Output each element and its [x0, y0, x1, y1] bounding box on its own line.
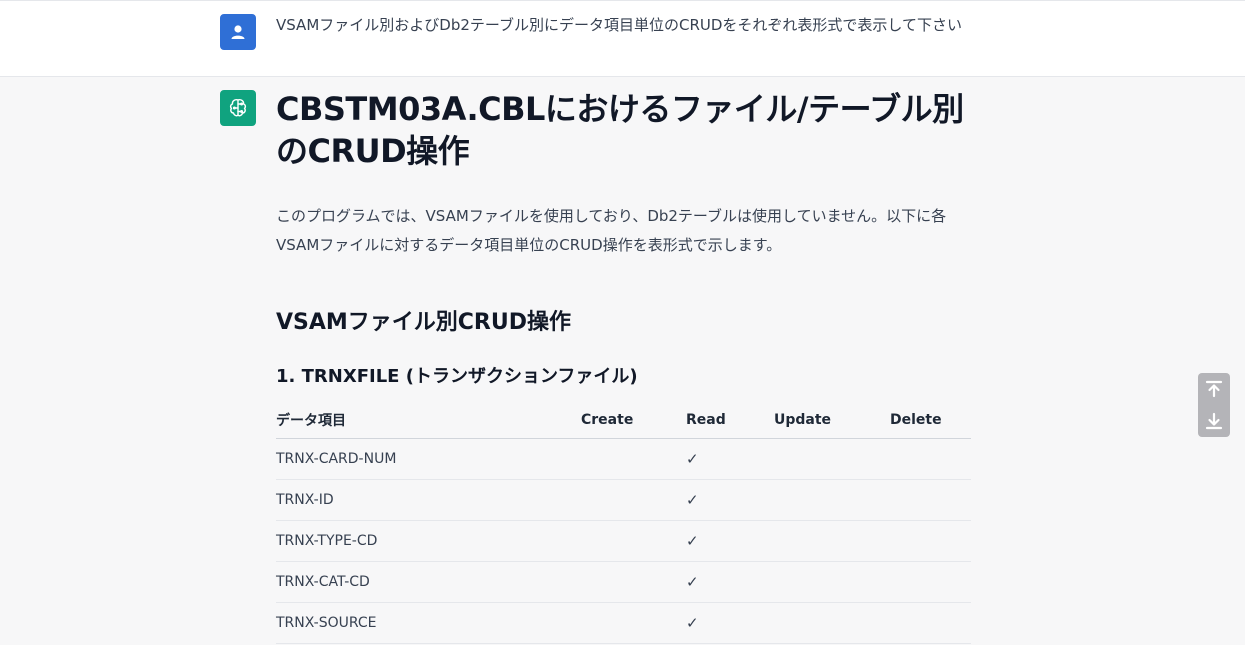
cell-create [581, 520, 686, 562]
header-delete: Delete [890, 402, 971, 439]
table-row: TRNX-ID ✓ [276, 479, 971, 521]
scroll-to-bottom-icon [1205, 412, 1223, 430]
crud-table: データ項目 Create Read Update Delete TRNX-CAR… [276, 402, 971, 644]
section-heading: VSAMファイル別CRUD操作 [276, 310, 572, 335]
cell-update [774, 479, 890, 521]
user-message: VSAMファイル別およびDb2テーブル別にデータ項目単位のCRUDをそれぞれ表形… [0, 0, 1245, 77]
cell-create [581, 602, 686, 644]
table-row: TRNX-SOURCE ✓ [276, 602, 971, 644]
cell-create [581, 479, 686, 521]
cell-data-item: TRNX-SOURCE [276, 602, 581, 644]
cell-update [774, 602, 890, 644]
cell-data-item: TRNX-TYPE-CD [276, 520, 581, 562]
assistant-avatar [220, 90, 256, 126]
assistant-answer: CBSTM03A.CBLにおけるファイル/テーブル別のCRUD操作 このプログラ… [276, 88, 971, 644]
cell-update [774, 438, 890, 480]
cell-create [581, 561, 686, 603]
answer-title: CBSTM03A.CBLにおけるファイル/テーブル別のCRUD操作 [276, 90, 964, 170]
cell-read: ✓ [686, 520, 774, 562]
table-row: TRNX-CAT-CD ✓ [276, 561, 971, 603]
cell-read: ✓ [686, 561, 774, 603]
cell-delete [890, 602, 971, 644]
table-row: TRNX-CARD-NUM ✓ [276, 438, 971, 480]
scroll-controls [1198, 373, 1230, 437]
cell-data-item: TRNX-ID [276, 479, 581, 521]
header-update: Update [774, 402, 890, 439]
cell-delete [890, 561, 971, 603]
answer-intro: このプログラムでは、VSAMファイルを使用しており、Db2テーブルは使用していま… [276, 207, 947, 254]
table-header-row: データ項目 Create Read Update Delete [276, 402, 971, 439]
cell-delete [890, 479, 971, 521]
user-avatar [220, 14, 256, 50]
cell-delete [890, 438, 971, 480]
table-row: TRNX-TYPE-CD ✓ [276, 520, 971, 562]
cell-update [774, 520, 890, 562]
cell-read: ✓ [686, 479, 774, 521]
cell-data-item: TRNX-CARD-NUM [276, 438, 581, 480]
subsection-heading: 1. TRNXFILE (トランザクションファイル) [276, 366, 638, 387]
brain-circuit-icon [229, 99, 247, 117]
cell-data-item: TRNX-CAT-CD [276, 561, 581, 603]
header-data-item: データ項目 [276, 402, 581, 439]
header-create: Create [581, 402, 686, 439]
header-read: Read [686, 402, 774, 439]
scroll-to-top-button[interactable] [1198, 373, 1230, 405]
cell-update [774, 561, 890, 603]
scroll-to-top-icon [1205, 380, 1223, 398]
cell-create [581, 438, 686, 480]
user-icon [231, 25, 245, 39]
user-message-text: VSAMファイル別およびDb2テーブル別にデータ項目単位のCRUDをそれぞれ表形… [276, 16, 962, 34]
cell-read: ✓ [686, 602, 774, 644]
scroll-to-bottom-button[interactable] [1198, 405, 1230, 437]
cell-read: ✓ [686, 438, 774, 480]
cell-delete [890, 520, 971, 562]
